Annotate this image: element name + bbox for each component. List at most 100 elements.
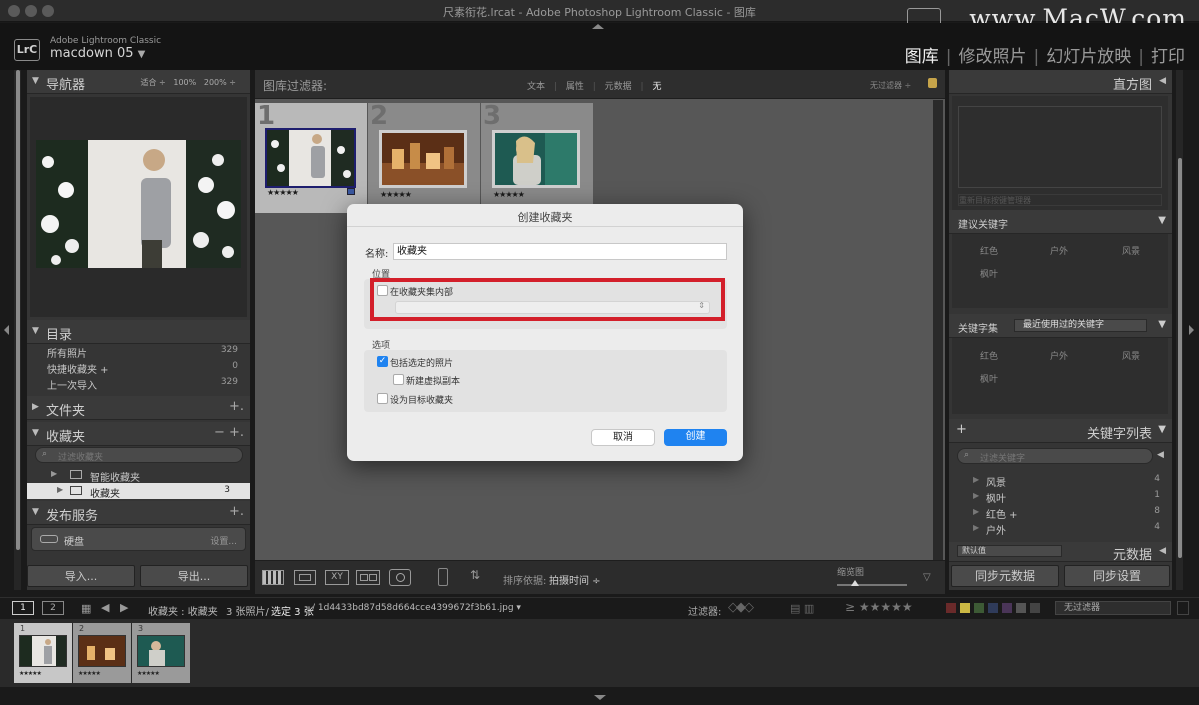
filter-text-tab[interactable]: 文本: [527, 82, 545, 92]
suggested-keyword[interactable]: 红色: [980, 244, 998, 257]
keyword-set-select[interactable]: 最近使用过的关键字: [1014, 319, 1147, 332]
metadata-preset-select[interactable]: 默认值: [957, 545, 1062, 557]
grid-cell[interactable]: 2 ★★★★★: [368, 101, 480, 213]
grid-cell[interactable]: 1 ★★★★★: [255, 101, 367, 213]
add-keyword-button[interactable]: +: [956, 422, 967, 437]
survey-view-icon[interactable]: [356, 570, 380, 585]
color-filter-gray[interactable]: [1016, 603, 1026, 613]
folders-header[interactable]: ▶ 文件夹 +.: [27, 396, 250, 420]
right-panel-toggle-icon[interactable]: [1189, 325, 1194, 335]
sort-direction-icon[interactable]: ⇅: [470, 568, 480, 582]
grid-thumbnail[interactable]: [379, 130, 467, 188]
collections-search[interactable]: ⌕ 过滤收藏夹: [35, 447, 243, 463]
collection-selected[interactable]: ▶ 收藏夹 3: [27, 483, 250, 500]
publish-settings-link[interactable]: 设置...: [210, 534, 237, 547]
suggested-keywords-header[interactable]: 建议关键字 ▼: [949, 210, 1172, 234]
module-print[interactable]: 打印: [1151, 42, 1185, 67]
slider-thumb[interactable]: [851, 580, 859, 586]
lock-icon[interactable]: [928, 78, 937, 88]
grid-icon[interactable]: ▦: [81, 602, 91, 615]
keyword-set-item[interactable]: 红色: [980, 349, 998, 362]
color-filter-blue[interactable]: [988, 603, 998, 613]
cancel-button[interactable]: 取消: [591, 429, 655, 446]
grid-scrollbar-track[interactable]: [933, 100, 943, 560]
rating-stars[interactable]: ★★★★★: [493, 190, 525, 199]
forward-arrow-icon[interactable]: ▶: [120, 601, 128, 614]
target-collection-checkbox[interactable]: [377, 393, 388, 404]
keyword-list-item[interactable]: ▶ 户外 4: [949, 520, 1172, 537]
export-button[interactable]: 导出...: [140, 565, 248, 587]
filter-metadata-tab[interactable]: 元数据: [605, 82, 632, 92]
module-develop[interactable]: 修改照片: [959, 42, 1027, 67]
keyword-set-item[interactable]: 枫叶: [980, 372, 998, 385]
include-selected-checkbox[interactable]: ✓: [377, 356, 388, 367]
sync-settings-button[interactable]: 同步设置: [1064, 565, 1170, 587]
create-button[interactable]: 创建: [664, 429, 727, 446]
catalog-previous-import[interactable]: 上一次导入 329: [27, 375, 250, 392]
compare-view-icon[interactable]: XY: [325, 570, 349, 585]
catalog-name[interactable]: macdown 05 ▼: [50, 46, 145, 61]
back-arrow-icon[interactable]: ◀: [101, 601, 109, 614]
collection-smart[interactable]: ▶ 智能收藏夹: [27, 467, 250, 484]
suggested-keyword[interactable]: 枫叶: [980, 267, 998, 280]
filmstrip-cell[interactable]: 3 ★★★★★: [132, 623, 190, 683]
keyword-filter-arrow-icon[interactable]: ◀: [1157, 450, 1164, 460]
filter-preset-dropdown[interactable]: 无过滤器: [1055, 601, 1171, 615]
filmstrip-cell[interactable]: 2 ★★★★★: [73, 623, 131, 683]
filter-lock-icon[interactable]: [1177, 601, 1189, 615]
star-filter-icons[interactable]: ≥ ★★★★★: [845, 600, 913, 614]
import-button[interactable]: 导入...: [27, 565, 135, 587]
toolbar-menu-icon[interactable]: ▽: [923, 572, 931, 583]
add-publish-button[interactable]: +.: [229, 504, 244, 519]
left-panel-toggle-icon[interactable]: [4, 325, 9, 335]
sort-select[interactable]: 拍摄时间 ÷: [549, 572, 601, 587]
spray-can-icon[interactable]: [438, 568, 448, 586]
people-view-icon[interactable]: [389, 569, 411, 586]
sync-metadata-button[interactable]: 同步元数据: [951, 565, 1059, 587]
color-filter-purple[interactable]: [1002, 603, 1012, 613]
filter-attribute-tab[interactable]: 属性: [566, 82, 584, 92]
collection-actions[interactable]: − +.: [214, 425, 244, 440]
edit-filter-icons[interactable]: ▤ ▥: [790, 602, 814, 615]
zoom-200[interactable]: 200%: [204, 78, 227, 87]
filmstrip-cell[interactable]: 1 ★★★★★: [14, 623, 72, 683]
suggested-keyword[interactable]: 户外: [1050, 244, 1068, 257]
keyword-set-item[interactable]: 风景: [1122, 349, 1140, 362]
keyword-list-item[interactable]: ▶ 风景 4: [949, 472, 1172, 489]
zoom-fit[interactable]: 适合: [140, 78, 156, 87]
rating-stars[interactable]: ★★★★★: [380, 190, 412, 199]
window-1-button[interactable]: 1: [12, 601, 34, 615]
module-slideshow[interactable]: 幻灯片放映: [1046, 42, 1131, 67]
grid-cell[interactable]: 3 ★★★★★: [481, 101, 593, 213]
right-scrollbar[interactable]: [1178, 158, 1182, 558]
rating-stars[interactable]: ★★★★★: [267, 188, 299, 197]
color-filter-none[interactable]: [1030, 603, 1040, 613]
color-filter-red[interactable]: [946, 603, 956, 613]
grid-thumbnail[interactable]: [492, 130, 580, 188]
catalog-header[interactable]: ▼ 目录: [27, 320, 250, 344]
keyword-list-item[interactable]: ▶ 枫叶 1: [949, 488, 1172, 505]
source-path[interactable]: 收藏夹 : 收藏夹: [148, 603, 218, 618]
keyword-list-item[interactable]: ▶ 红色 +8: [949, 504, 1172, 521]
left-scrollbar[interactable]: [16, 70, 20, 550]
navigator-header[interactable]: ▼ 导航器 适合 ÷ 100% 200% ÷: [27, 70, 250, 94]
keyword-search[interactable]: ⌕ 过滤关键字: [957, 448, 1153, 464]
virtual-copies-checkbox[interactable]: [393, 374, 404, 385]
loupe-view-icon[interactable]: [294, 570, 316, 585]
catalog-all-photos[interactable]: 所有照片 329: [27, 343, 250, 360]
add-folder-button[interactable]: +.: [229, 399, 244, 414]
filename-label[interactable]: / 1d4433bd87d58d664cce4399672f3b61.jpg ▾: [312, 603, 521, 613]
window-2-button[interactable]: 2: [42, 601, 64, 615]
catalog-quick-collection[interactable]: 快捷收藏夹 +0: [27, 359, 250, 376]
metadata-header[interactable]: 默认值 元数据 ◀: [949, 542, 1172, 563]
suggested-keyword[interactable]: 风景: [1122, 244, 1140, 257]
module-library[interactable]: 图库: [905, 42, 939, 67]
filter-none-tab[interactable]: 无: [652, 82, 661, 92]
keyword-set-item[interactable]: 户外: [1050, 349, 1068, 362]
publish-header[interactable]: ▼ 发布服务 +.: [27, 501, 250, 525]
histogram-header[interactable]: 直方图 ◀: [949, 70, 1172, 94]
collection-name-field[interactable]: 收藏夹: [393, 243, 727, 260]
bottom-panel-toggle-icon[interactable]: [594, 695, 606, 700]
collections-header[interactable]: ▼ 收藏夹 − +.: [27, 422, 250, 446]
grid-view-icon[interactable]: [262, 570, 284, 585]
